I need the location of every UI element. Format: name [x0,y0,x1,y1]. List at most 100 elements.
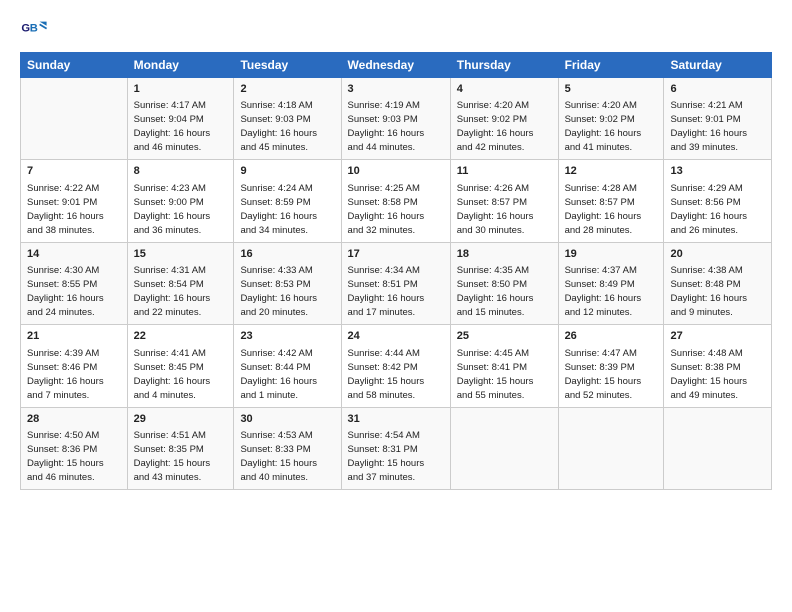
col-header-monday: Monday [127,53,234,78]
calendar-cell: 14 Sunrise: 4:30 AM Sunset: 8:55 PM Dayli… [21,242,128,324]
col-header-tuesday: Tuesday [234,53,341,78]
day-info: Sunrise: 4:22 AM Sunset: 9:01 PM Dayligh… [27,183,104,236]
day-number: 30 [240,412,334,427]
day-number: 11 [457,164,552,179]
calendar-cell: 10 Sunrise: 4:25 AM Sunset: 8:58 PM Dayli… [341,160,450,242]
table-row: 7 Sunrise: 4:22 AM Sunset: 9:01 PM Daylig… [21,160,772,242]
day-number: 10 [348,164,444,179]
calendar-cell: 17 Sunrise: 4:34 AM Sunset: 8:51 PM Dayli… [341,242,450,324]
day-number: 9 [240,164,334,179]
table-row: 28Sunrise: 4:50 AM Sunset: 8:36 PM Dayli… [21,407,772,489]
calendar-cell: 13 Sunrise: 4:29 AM Sunset: 8:56 PM Dayli… [664,160,772,242]
col-header-sunday: Sunday [21,53,128,78]
day-number: 26 [565,329,658,344]
calendar-cell: 22 Sunrise: 4:41 AM Sunset: 8:45 PM Dayli… [127,325,234,407]
day-info: Sunrise: 4:54 AM Sunset: 8:31 PM Dayligh… [348,430,425,483]
calendar-cell: 4 Sunrise: 4:20 AM Sunset: 9:02 PM Daylig… [450,78,558,160]
day-info: Sunrise: 4:34 AM Sunset: 8:51 PM Dayligh… [348,265,425,318]
day-number: 4 [457,82,552,97]
day-number: 25 [457,329,552,344]
calendar-cell: 12 Sunrise: 4:28 AM Sunset: 8:57 PM Dayli… [558,160,664,242]
day-info: Sunrise: 4:45 AM Sunset: 8:41 PM Dayligh… [457,348,534,401]
day-number: 15 [134,247,228,262]
day-info: Sunrise: 4:30 AM Sunset: 8:55 PM Dayligh… [27,265,104,318]
calendar-cell: 18Sunrise: 4:35 AM Sunset: 8:50 PM Dayli… [450,242,558,324]
day-info: Sunrise: 4:37 AM Sunset: 8:49 PM Dayligh… [565,265,642,318]
day-info: Sunrise: 4:21 AM Sunset: 9:01 PM Dayligh… [670,100,747,153]
day-number: 18 [457,247,552,262]
calendar-cell: 23Sunrise: 4:42 AM Sunset: 8:44 PM Dayli… [234,325,341,407]
day-info: Sunrise: 4:39 AM Sunset: 8:46 PM Dayligh… [27,348,104,401]
day-number: 24 [348,329,444,344]
day-info: Sunrise: 4:18 AM Sunset: 9:03 PM Dayligh… [240,100,317,153]
calendar-cell: 7 Sunrise: 4:22 AM Sunset: 9:01 PM Daylig… [21,160,128,242]
day-number: 21 [27,329,121,344]
day-info: Sunrise: 4:20 AM Sunset: 9:02 PM Dayligh… [565,100,642,153]
day-number: 7 [27,164,121,179]
day-info: Sunrise: 4:25 AM Sunset: 8:58 PM Dayligh… [348,183,425,236]
day-number: 31 [348,412,444,427]
day-number: 12 [565,164,658,179]
day-info: Sunrise: 4:38 AM Sunset: 8:48 PM Dayligh… [670,265,747,318]
day-number: 14 [27,247,121,262]
calendar-cell: 15 Sunrise: 4:31 AM Sunset: 8:54 PM Dayli… [127,242,234,324]
calendar-cell: 6Sunrise: 4:21 AM Sunset: 9:01 PM Daylig… [664,78,772,160]
day-info: Sunrise: 4:41 AM Sunset: 8:45 PM Dayligh… [134,348,211,401]
calendar-cell: 16 Sunrise: 4:33 AM Sunset: 8:53 PM Dayli… [234,242,341,324]
calendar-cell: 26Sunrise: 4:47 AM Sunset: 8:39 PM Dayli… [558,325,664,407]
svg-text:G: G [21,22,30,34]
day-info: Sunrise: 4:31 AM Sunset: 8:54 PM Dayligh… [134,265,211,318]
calendar-cell [21,78,128,160]
calendar-cell: 9 Sunrise: 4:24 AM Sunset: 8:59 PM Daylig… [234,160,341,242]
day-number: 1 [134,82,228,97]
day-number: 20 [670,247,765,262]
day-number: 27 [670,329,765,344]
day-number: 13 [670,164,765,179]
logo: G B [20,16,52,44]
calendar-cell: 21 Sunrise: 4:39 AM Sunset: 8:46 PM Dayli… [21,325,128,407]
day-info: Sunrise: 4:33 AM Sunset: 8:53 PM Dayligh… [240,265,317,318]
calendar-cell: 29 Sunrise: 4:51 AM Sunset: 8:35 PM Dayli… [127,407,234,489]
calendar-cell: 11 Sunrise: 4:26 AM Sunset: 8:57 PM Dayli… [450,160,558,242]
day-number: 22 [134,329,228,344]
day-number: 16 [240,247,334,262]
calendar-table: SundayMondayTuesdayWednesdayThursdayFrid… [20,52,772,490]
day-number: 3 [348,82,444,97]
calendar-cell: 31 Sunrise: 4:54 AM Sunset: 8:31 PM Dayli… [341,407,450,489]
calendar-cell: 30Sunrise: 4:53 AM Sunset: 8:33 PM Dayli… [234,407,341,489]
day-number: 28 [27,412,121,427]
calendar-cell: 2Sunrise: 4:18 AM Sunset: 9:03 PM Daylig… [234,78,341,160]
day-info: Sunrise: 4:44 AM Sunset: 8:42 PM Dayligh… [348,348,425,401]
day-info: Sunrise: 4:51 AM Sunset: 8:35 PM Dayligh… [134,430,211,483]
table-row: 14 Sunrise: 4:30 AM Sunset: 8:55 PM Dayli… [21,242,772,324]
day-info: Sunrise: 4:24 AM Sunset: 8:59 PM Dayligh… [240,183,317,236]
calendar-cell: 20 Sunrise: 4:38 AM Sunset: 8:48 PM Dayli… [664,242,772,324]
day-info: Sunrise: 4:20 AM Sunset: 9:02 PM Dayligh… [457,100,534,153]
col-header-saturday: Saturday [664,53,772,78]
calendar-cell [558,407,664,489]
table-row: 1 Sunrise: 4:17 AM Sunset: 9:04 PM Daylig… [21,78,772,160]
day-info: Sunrise: 4:29 AM Sunset: 8:56 PM Dayligh… [670,183,747,236]
day-info: Sunrise: 4:28 AM Sunset: 8:57 PM Dayligh… [565,183,642,236]
day-info: Sunrise: 4:17 AM Sunset: 9:04 PM Dayligh… [134,100,211,153]
calendar-cell: 28Sunrise: 4:50 AM Sunset: 8:36 PM Dayli… [21,407,128,489]
calendar-cell: 8 Sunrise: 4:23 AM Sunset: 9:00 PM Daylig… [127,160,234,242]
col-header-thursday: Thursday [450,53,558,78]
day-number: 29 [134,412,228,427]
calendar-cell: 1 Sunrise: 4:17 AM Sunset: 9:04 PM Daylig… [127,78,234,160]
day-info: Sunrise: 4:19 AM Sunset: 9:03 PM Dayligh… [348,100,425,153]
calendar-cell: 24 Sunrise: 4:44 AM Sunset: 8:42 PM Dayli… [341,325,450,407]
calendar-cell: 25 Sunrise: 4:45 AM Sunset: 8:41 PM Dayli… [450,325,558,407]
calendar-cell: 5 Sunrise: 4:20 AM Sunset: 9:02 PM Daylig… [558,78,664,160]
day-info: Sunrise: 4:48 AM Sunset: 8:38 PM Dayligh… [670,348,747,401]
day-number: 5 [565,82,658,97]
day-number: 8 [134,164,228,179]
col-header-wednesday: Wednesday [341,53,450,78]
table-row: 21 Sunrise: 4:39 AM Sunset: 8:46 PM Dayli… [21,325,772,407]
day-number: 17 [348,247,444,262]
day-info: Sunrise: 4:23 AM Sunset: 9:00 PM Dayligh… [134,183,211,236]
page-header: G B [20,16,772,44]
day-number: 23 [240,329,334,344]
day-info: Sunrise: 4:26 AM Sunset: 8:57 PM Dayligh… [457,183,534,236]
day-number: 19 [565,247,658,262]
